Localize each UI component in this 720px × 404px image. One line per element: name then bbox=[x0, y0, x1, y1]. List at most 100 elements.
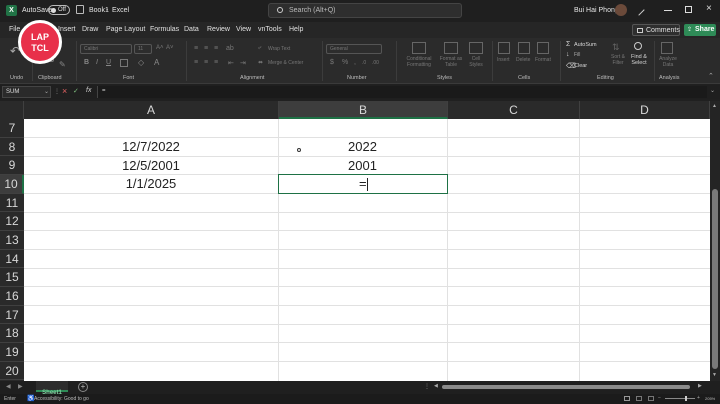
formula-input[interactable]: = bbox=[97, 86, 707, 98]
format-cells-icon[interactable] bbox=[537, 42, 549, 54]
row-header[interactable]: 10 bbox=[0, 175, 24, 194]
align-middle-icon[interactable]: ≡ bbox=[204, 45, 208, 52]
row-header[interactable]: 15 bbox=[0, 268, 24, 287]
wrap-text-button[interactable]: Wrap Text bbox=[268, 46, 290, 52]
row-header[interactable]: 13 bbox=[0, 231, 24, 250]
find-select-button[interactable]: Find & Select bbox=[629, 54, 649, 66]
decrease-indent-icon[interactable]: ⇤ bbox=[228, 59, 234, 67]
menu-file[interactable]: File bbox=[9, 26, 20, 33]
percent-icon[interactable]: % bbox=[342, 59, 348, 66]
comments-button[interactable]: Comments bbox=[632, 24, 680, 36]
conditional-formatting-icon[interactable] bbox=[412, 42, 426, 54]
comma-style-icon[interactable]: , bbox=[354, 59, 356, 66]
next-sheet-icon[interactable]: ▶ bbox=[18, 383, 23, 390]
menu-review[interactable]: Review bbox=[207, 26, 230, 33]
row-header[interactable]: 19 bbox=[0, 343, 24, 362]
align-center-icon[interactable]: ≡ bbox=[204, 59, 208, 66]
autosum-button[interactable]: AutoSum bbox=[574, 42, 597, 48]
vertical-scrollbar[interactable]: ▲ ▼ bbox=[710, 101, 720, 381]
menu-view[interactable]: View bbox=[236, 26, 251, 33]
increase-decimal-icon[interactable]: .0 bbox=[362, 60, 366, 66]
align-left-icon[interactable]: ≡ bbox=[194, 59, 198, 66]
font-size-select[interactable]: 11 bbox=[134, 44, 152, 54]
row-header[interactable]: 16 bbox=[0, 287, 24, 306]
find-select-icon[interactable] bbox=[634, 42, 642, 50]
delete-cells-icon[interactable] bbox=[518, 42, 530, 54]
more-icon[interactable]: ⋮ bbox=[54, 88, 60, 95]
menu-page-layout[interactable]: Page Layout bbox=[106, 26, 145, 33]
fill-color-icon[interactable]: ◇ bbox=[138, 58, 144, 67]
menu-data[interactable]: Data bbox=[184, 26, 199, 33]
autosum-icon[interactable]: Σ bbox=[566, 41, 570, 48]
sort-filter-icon[interactable]: ⇅ bbox=[612, 42, 620, 53]
analyze-data-icon[interactable] bbox=[661, 42, 673, 54]
decrease-font-icon[interactable]: A˅ bbox=[166, 45, 174, 51]
column-header-b[interactable]: B bbox=[279, 101, 448, 119]
scroll-left-icon[interactable]: ◀ bbox=[434, 383, 438, 389]
menu-insert[interactable]: Insert bbox=[58, 26, 76, 33]
add-sheet-button[interactable]: + bbox=[78, 382, 88, 392]
format-as-table-icon[interactable] bbox=[444, 42, 458, 54]
merge-center-icon[interactable]: ⬌ bbox=[258, 59, 263, 66]
insert-button[interactable]: Insert bbox=[497, 57, 510, 63]
scroll-down-icon[interactable]: ▼ bbox=[712, 372, 717, 378]
format-button[interactable]: Format bbox=[535, 57, 551, 63]
sort-filter-button[interactable]: Sort & Filter bbox=[608, 54, 628, 66]
restore-icon[interactable] bbox=[685, 6, 692, 13]
row-header[interactable]: 8 bbox=[0, 138, 24, 157]
increase-indent-icon[interactable]: ⇥ bbox=[240, 59, 246, 67]
row-header[interactable]: 17 bbox=[0, 306, 24, 325]
zoom-in-icon[interactable]: + bbox=[697, 395, 700, 401]
delete-button[interactable]: Delete bbox=[516, 57, 530, 63]
font-color-icon[interactable]: A bbox=[154, 58, 159, 67]
select-all-corner[interactable] bbox=[0, 101, 24, 119]
search-box[interactable]: Search (Alt+Q) bbox=[268, 3, 462, 18]
conditional-formatting-button[interactable]: Conditional Formatting bbox=[400, 56, 438, 68]
borders-icon[interactable] bbox=[120, 59, 128, 67]
italic-icon[interactable]: I bbox=[96, 59, 98, 66]
menu-formulas[interactable]: Formulas bbox=[150, 26, 179, 33]
align-bottom-icon[interactable]: ≡ bbox=[214, 45, 218, 52]
page-break-view-icon[interactable] bbox=[648, 396, 654, 401]
row-header[interactable]: 20 bbox=[0, 362, 24, 381]
orientation-icon[interactable]: ab bbox=[226, 45, 234, 52]
horizontal-scrollbar[interactable]: ◀ ▶ bbox=[434, 383, 706, 390]
normal-view-icon[interactable] bbox=[624, 396, 630, 401]
expand-formula-icon[interactable]: ⌄ bbox=[710, 87, 715, 94]
accessibility-status[interactable]: Accessibility: Good to go bbox=[34, 396, 89, 402]
merge-center-button[interactable]: Merge & Center bbox=[268, 60, 303, 66]
format-as-table-button[interactable]: Format as Table bbox=[438, 56, 464, 68]
number-format-select[interactable]: General bbox=[326, 44, 382, 54]
cell-a8[interactable]: 12/7/2022 bbox=[24, 138, 278, 156]
row-header[interactable]: 14 bbox=[0, 250, 24, 269]
scroll-up-icon[interactable]: ▲ bbox=[712, 103, 717, 109]
wrap-text-icon[interactable]: ⤶ bbox=[258, 45, 261, 52]
zoom-slider-thumb[interactable] bbox=[685, 396, 687, 401]
font-name-select[interactable]: Calibri bbox=[80, 44, 132, 54]
format-painter-icon[interactable]: ✎ bbox=[59, 60, 66, 69]
column-header-d[interactable]: D bbox=[580, 101, 710, 119]
cell-b8[interactable]: 2022 bbox=[278, 138, 447, 156]
column-header-c[interactable]: C bbox=[448, 101, 580, 119]
share-button[interactable]: ⇪ Share bbox=[684, 24, 716, 36]
active-cell-b10[interactable]: = bbox=[278, 174, 448, 194]
prev-sheet-icon[interactable]: ◀ bbox=[6, 383, 11, 390]
column-header-a[interactable]: A bbox=[24, 101, 279, 119]
close-icon[interactable]: × bbox=[706, 3, 712, 14]
increase-font-icon[interactable]: A˄ bbox=[156, 45, 164, 51]
worksheet-grid[interactable]: 12/7/2022 12/5/2001 1/1/2025 2022 2001 = bbox=[24, 119, 710, 381]
menu-draw[interactable]: Draw bbox=[82, 26, 98, 33]
avatar[interactable] bbox=[615, 4, 627, 16]
row-header[interactable]: 7 bbox=[0, 119, 24, 138]
cell-a10[interactable]: 1/1/2025 bbox=[24, 175, 278, 193]
insert-cells-icon[interactable] bbox=[498, 42, 510, 54]
minimize-icon[interactable] bbox=[664, 10, 672, 11]
row-header[interactable]: 18 bbox=[0, 324, 24, 343]
cell-styles-button[interactable]: Cell Styles bbox=[466, 56, 486, 68]
horizontal-scroll-thumb[interactable] bbox=[442, 385, 690, 389]
autosave-toggle[interactable]: Off bbox=[48, 5, 70, 15]
vertical-scroll-thumb[interactable] bbox=[712, 189, 718, 369]
fill-icon[interactable]: ↓ bbox=[566, 51, 570, 58]
menu-vntools[interactable]: vnTools bbox=[258, 26, 282, 33]
decrease-decimal-icon[interactable]: .00 bbox=[372, 60, 379, 66]
